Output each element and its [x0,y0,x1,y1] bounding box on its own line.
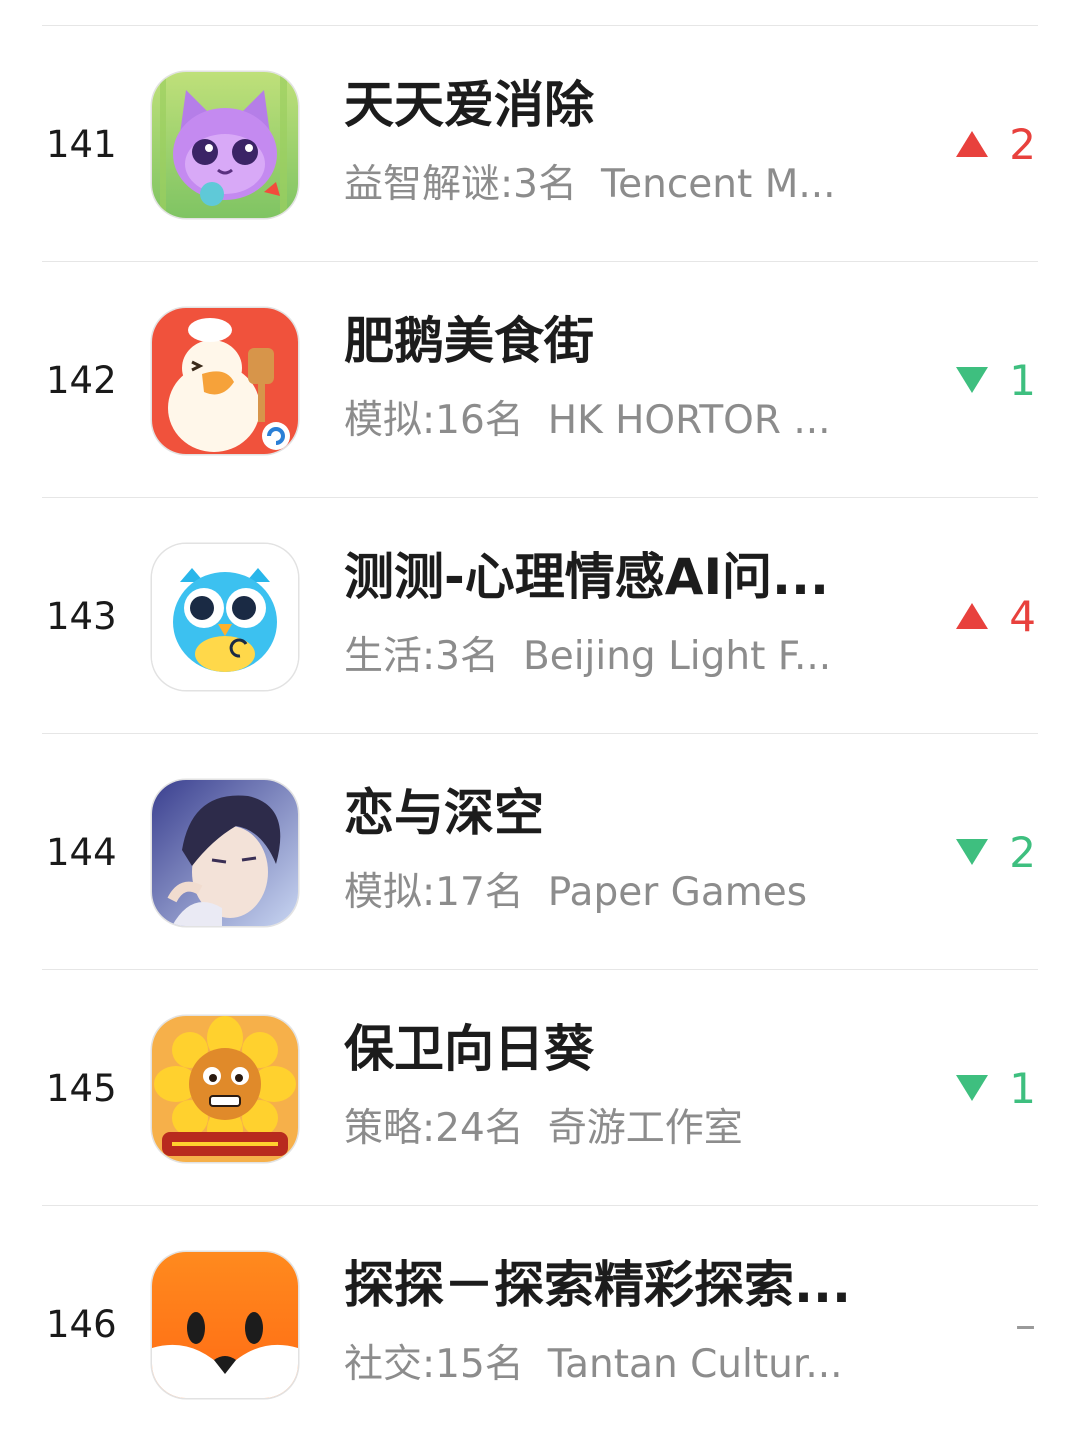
anime-boy-icon[interactable] [152,780,298,926]
app-meta: 策略:24名 奇游工作室 [344,1105,884,1153]
sunflower-icon[interactable] [152,1016,298,1162]
rank-number: 142 [46,359,117,402]
row-divider [42,25,1038,26]
rank-change: – [1015,1299,1036,1349]
app-meta: 模拟:17名 Paper Games [344,869,884,917]
rank-change-value: – [1015,1299,1036,1349]
rank-change: 1 [955,1063,1036,1113]
triangle-down-icon [955,1073,989,1103]
app-meta: 益智解谜:3名 Tencent M... [344,161,884,209]
category-rank: 模拟:17名 [344,870,524,915]
purple-cat-icon[interactable] [152,72,298,218]
rank-number: 146 [46,1303,117,1346]
orange-fox-icon[interactable] [152,1252,298,1398]
rank-number: 144 [46,831,117,874]
triangle-up-icon [955,601,989,631]
app-title[interactable]: 肥鹅美食街 [344,311,884,371]
developer-name: Paper Games [547,870,808,915]
rank-change-value: 4 [1009,591,1036,641]
list-item[interactable]: 144 恋与深空 模拟:17名 Paper Games 2 [0,733,1080,969]
app-meta: 模拟:16名 HK HORTOR ... [344,397,884,445]
category-rank: 社交:15名 [344,1342,524,1387]
row-divider [42,969,1038,970]
category-rank: 策略:24名 [344,1106,524,1151]
row-divider [42,261,1038,262]
list-item[interactable]: 141 天天爱消除 益智解谜:3名 Tencent M... 2 [0,25,1080,261]
row-divider [42,497,1038,498]
rank-change-value: 1 [1009,355,1036,405]
chef-goose-icon[interactable] [152,308,298,454]
rank-change-value: 1 [1009,1063,1036,1113]
triangle-down-icon [955,365,989,395]
list-item[interactable]: 143 测测-心理情感AI问... 生活:3名 Beijing Light F..… [0,497,1080,733]
app-title[interactable]: 恋与深空 [344,783,884,843]
developer-name: Tantan Cultur... [547,1342,843,1387]
app-meta: 生活:3名 Beijing Light F... [344,633,884,681]
app-title[interactable]: 测测-心理情感AI问... [344,547,884,607]
list-item[interactable]: 145 保卫向日葵 策略:24名 奇游工作室 1 [0,969,1080,1205]
list-item[interactable]: 146 探探－探索精彩探索... 社交:15名 Tantan Cultur... [0,1205,1080,1441]
list-item[interactable]: 142 肥鹅美食街 模拟:16名 HK HORTOR ... 1 [0,261,1080,497]
developer-name: Beijing Light F... [522,634,832,679]
category-rank: 生活:3名 [344,634,499,679]
rank-change: 4 [955,591,1036,641]
app-title[interactable]: 探探－探索精彩探索... [344,1255,884,1315]
app-ranking-list: 1 4 1 天天爱消除 益智解谜:3名 Tencent M... 2 142 肥鹅美… [0,25,1080,1441]
rank-number: 145 [46,1067,117,1110]
developer-name: HK HORTOR ... [547,398,831,443]
row-divider [42,1205,1038,1206]
developer-name: 奇游工作室 [547,1106,743,1151]
app-title[interactable]: 天天爱消除 [344,75,884,135]
category-rank: 益智解谜:3名 [344,162,577,207]
blue-owl-icon[interactable] [152,544,298,690]
category-rank: 模拟:16名 [344,398,524,443]
rank-number: 141 [46,123,117,166]
rank-change-value: 2 [1009,119,1036,169]
row-divider [42,733,1038,734]
rank-number: 143 [46,595,117,638]
rank-change: 2 [955,119,1036,169]
rank-change: 2 [955,827,1036,877]
app-meta: 社交:15名 Tantan Cultur... [344,1341,884,1389]
triangle-down-icon [955,837,989,867]
rank-change: 1 [955,355,1036,405]
triangle-up-icon [955,129,989,159]
rank-change-value: 2 [1009,827,1036,877]
app-title[interactable]: 保卫向日葵 [344,1019,884,1079]
developer-name: Tencent M... [600,162,836,207]
